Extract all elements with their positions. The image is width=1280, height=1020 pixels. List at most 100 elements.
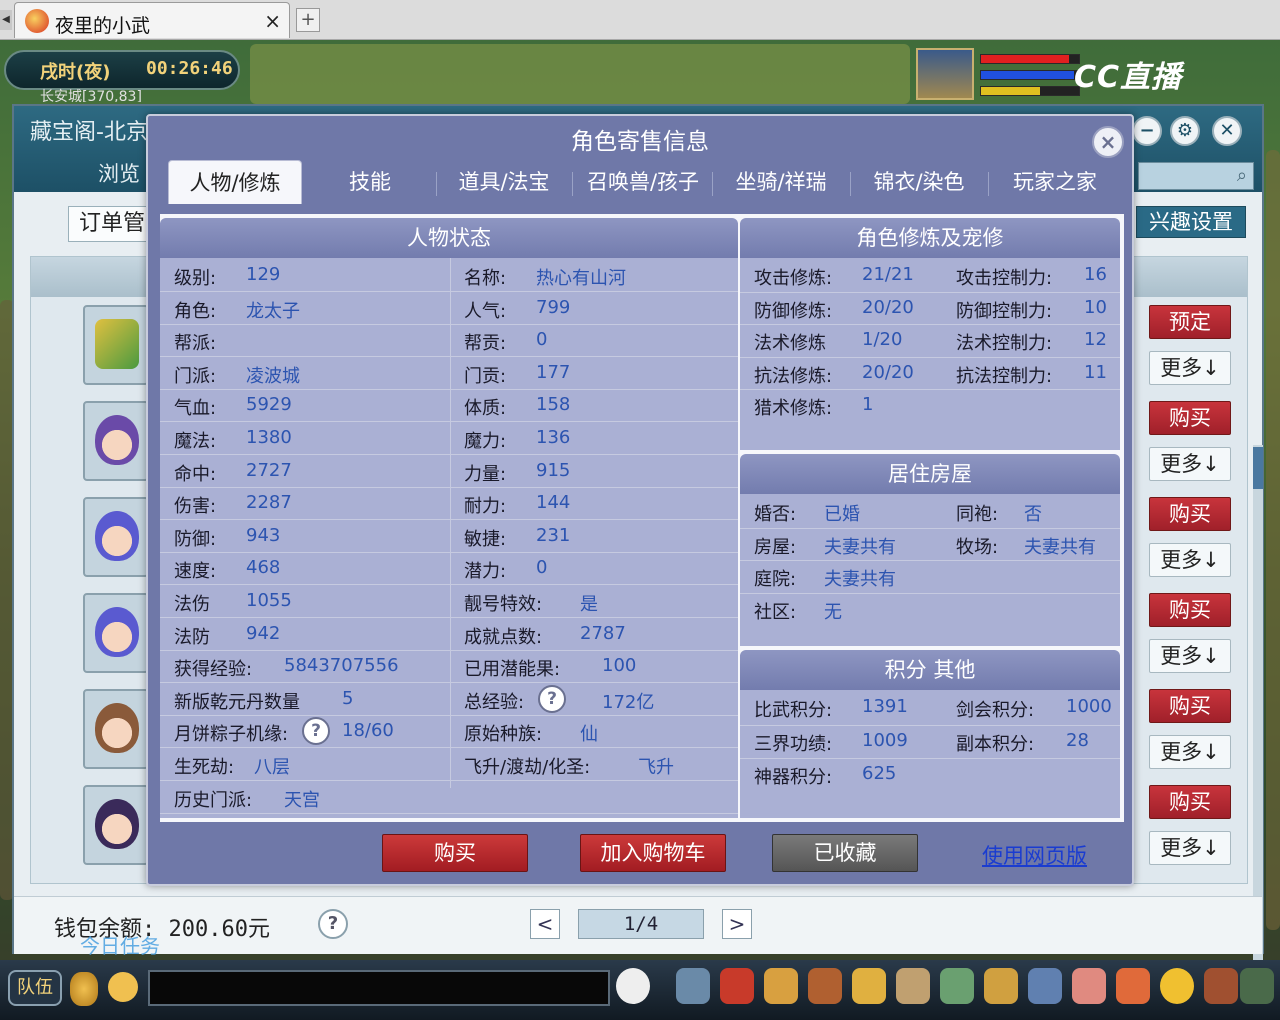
listing-action-button[interactable]: 购买 <box>1149 497 1231 531</box>
cbg-search-box[interactable]: ⌕ <box>1138 162 1254 190</box>
tab-separator <box>988 172 989 196</box>
cultivation-value: 12 <box>1084 329 1107 350</box>
team-icon[interactable] <box>852 968 886 1004</box>
points-panel: 比武积分: 1391 剑会积分: 1000 三界功绩: 1009 副本积分: 28 神器积分: 6… <box>740 690 1120 818</box>
collected-button[interactable]: 已收藏 <box>772 834 918 872</box>
status-panel-heading: 人物状态 <box>160 218 738 258</box>
tab-title: 夜里的小武 <box>55 15 151 37</box>
row-divider <box>740 593 1120 594</box>
status-label: 门派: <box>174 366 217 387</box>
buy-button[interactable]: 购买 <box>382 834 528 872</box>
page-next-button[interactable]: > <box>722 909 752 939</box>
status-label: 魔法: <box>174 431 217 452</box>
help-icon[interactable]: ? <box>538 685 566 713</box>
chat-input[interactable] <box>148 970 610 1006</box>
close-icon[interactable]: ✕ <box>1212 116 1242 146</box>
system-icon[interactable] <box>1204 968 1238 1004</box>
friends-icon[interactable] <box>1028 968 1062 1004</box>
dialog-close-button[interactable]: × <box>1092 126 1124 158</box>
listing-action-button[interactable]: 购买 <box>1149 785 1231 819</box>
tab-scroll-left-icon[interactable]: ◀ <box>0 10 12 30</box>
status-value: 2787 <box>580 623 626 644</box>
status-value: 915 <box>536 460 571 481</box>
tab-role-cultivation[interactable]: 人物/修炼 <box>168 160 302 204</box>
tab-player-home[interactable]: 玩家之家 <box>992 160 1118 204</box>
listing-action-button[interactable]: 购买 <box>1149 401 1231 435</box>
status-label: 帮派: <box>174 333 217 354</box>
pet-icon[interactable] <box>616 968 650 1004</box>
guild-icon[interactable] <box>984 968 1018 1004</box>
activity-icon[interactable] <box>1072 968 1106 1004</box>
page-prev-button[interactable]: < <box>530 909 560 939</box>
browser-tab[interactable]: 夜里的小武 × <box>14 2 290 38</box>
minimize-icon[interactable]: − <box>1132 116 1162 146</box>
trade-icon[interactable] <box>808 968 842 1004</box>
bag-icon[interactable] <box>720 968 754 1004</box>
row-divider <box>740 758 1120 759</box>
more-options-button[interactable]: 更多↓ <box>1149 735 1231 769</box>
use-web-version-link[interactable]: 使用网页版 <box>982 840 1087 870</box>
scrollbar-thumb[interactable] <box>1253 447 1263 489</box>
cultivation-panel-heading: 角色修炼及宠修 <box>740 218 1120 258</box>
more-options-button[interactable]: 更多↓ <box>1149 831 1231 865</box>
status-value: 八层 <box>254 757 290 778</box>
more-options-button[interactable]: 更多↓ <box>1149 543 1231 577</box>
attack-icon[interactable] <box>676 968 710 1004</box>
housing-label: 婚否: <box>754 504 797 525</box>
tab-skills[interactable]: 技能 <box>308 160 432 204</box>
status-value: 5 <box>342 688 354 709</box>
row-divider <box>160 356 738 357</box>
tab-mounts[interactable]: 坐骑/祥瑞 <box>716 160 846 204</box>
gear-icon[interactable]: ⚙ <box>1170 116 1200 146</box>
cultivation-value: 21/21 <box>862 264 914 285</box>
more-options-button[interactable]: 更多↓ <box>1149 447 1231 481</box>
listing-action-button[interactable]: 预定 <box>1149 305 1231 339</box>
status-label: 法防 <box>174 627 210 648</box>
cultivation-label: 攻击控制力: <box>956 268 1053 289</box>
quest-icon[interactable] <box>940 968 974 1004</box>
more-options-button[interactable]: 更多↓ <box>1149 639 1231 673</box>
search-icon[interactable]: ⌕ <box>1237 165 1247 186</box>
pet-menu-icon[interactable] <box>896 968 930 1004</box>
cc-live-watermark: CC直播 <box>1074 52 1274 95</box>
help-icon[interactable]: ? <box>318 909 348 939</box>
character-portrait[interactable] <box>83 689 149 769</box>
row-divider <box>160 519 738 520</box>
interest-settings-button[interactable]: 兴趣设置 <box>1136 206 1246 238</box>
new-tab-button[interactable]: + <box>296 8 320 32</box>
status-value: 158 <box>536 394 571 415</box>
points-value: 1391 <box>862 696 908 717</box>
points-value: 625 <box>862 763 897 784</box>
status-label: 历史门派: <box>174 790 253 811</box>
microphone-icon[interactable] <box>70 972 98 1006</box>
player-avatar[interactable] <box>916 48 974 100</box>
give-icon[interactable] <box>764 968 798 1004</box>
more-options-button[interactable]: 更多↓ <box>1149 351 1231 385</box>
tab-outfits[interactable]: 锦衣/染色 <box>854 160 984 204</box>
item-thumbnail[interactable] <box>83 305 149 385</box>
team-button[interactable]: 队伍 <box>8 970 62 1006</box>
character-portrait[interactable] <box>83 401 149 481</box>
character-portrait[interactable] <box>83 785 149 865</box>
tab-items[interactable]: 道具/法宝 <box>440 160 568 204</box>
help-icon[interactable]: ? <box>302 717 330 745</box>
daily-task-label[interactable]: 今日任务 <box>80 930 160 959</box>
emote-icon[interactable] <box>1160 968 1194 1004</box>
screenshot-icon[interactable] <box>1240 968 1274 1004</box>
cultivation-value: 20/20 <box>862 297 914 318</box>
app-favicon-icon <box>25 9 49 33</box>
rank-icon[interactable] <box>1116 968 1150 1004</box>
cbg-browse-tab[interactable]: 浏览 <box>98 158 140 188</box>
listing-action-button[interactable]: 购买 <box>1149 689 1231 723</box>
listing-action-button[interactable]: 购买 <box>1149 593 1231 627</box>
character-portrait[interactable] <box>83 497 149 577</box>
tab-summons[interactable]: 召唤兽/孩子 <box>576 160 710 204</box>
row-divider <box>160 617 738 618</box>
tab-close-icon[interactable]: × <box>264 9 281 33</box>
add-to-cart-button[interactable]: 加入购物车 <box>580 834 726 872</box>
status-label: 潜力: <box>464 561 507 582</box>
status-label: 靓号特效: <box>464 594 543 615</box>
character-portrait[interactable] <box>83 593 149 673</box>
chat-bubble-icon[interactable] <box>108 972 138 1002</box>
status-value: 凌波城 <box>246 366 300 387</box>
